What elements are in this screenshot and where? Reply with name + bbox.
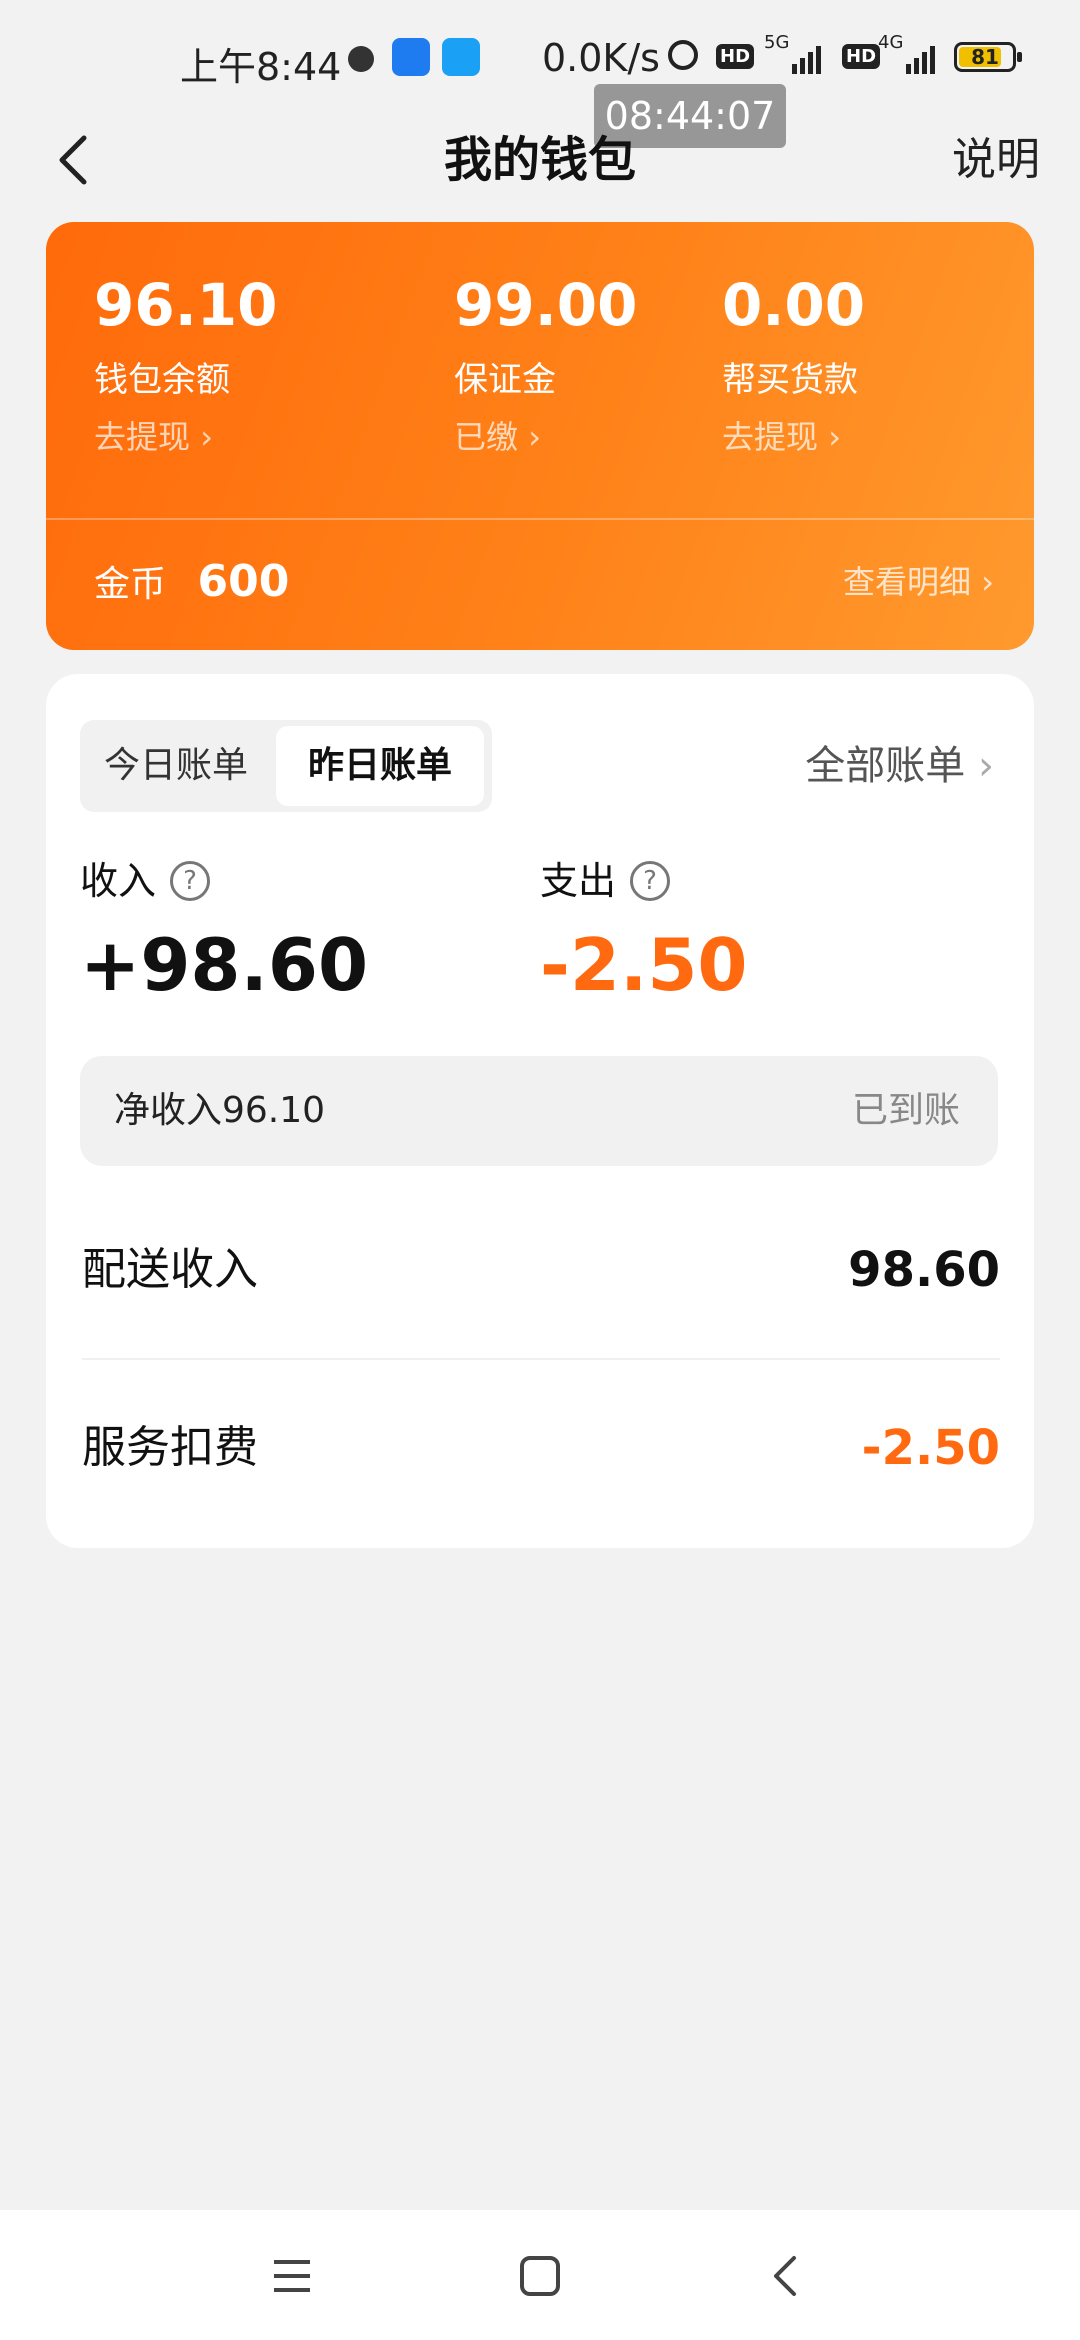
hd-badge-2: HD <box>842 44 881 69</box>
battery-level: 81 <box>971 45 999 69</box>
deposit-status-label: 已缴 <box>454 418 519 456</box>
help-icon[interactable]: ? <box>170 861 211 901</box>
all-bills-label: 全部账单 <box>805 743 966 789</box>
app-notification-icon <box>392 38 430 76</box>
chevron-right-icon: › <box>528 418 541 456</box>
withdraw-purchase-link[interactable]: 去提现 › <box>722 416 865 458</box>
help-icon[interactable]: ? <box>630 861 671 901</box>
deposit-label: 保证金 <box>454 360 556 400</box>
divider <box>82 1358 1000 1360</box>
expense-label: 支出 <box>540 859 617 903</box>
tab-today-bill[interactable]: 今日账单 <box>80 720 272 812</box>
signal-icon-2 <box>906 44 935 74</box>
back-nav-icon[interactable] <box>764 2254 808 2298</box>
line-item-name: 服务扣费 <box>82 1422 258 1473</box>
status-bar: 上午8:44 0.0K/s HD 5G HD 4G 81 <box>0 0 1080 118</box>
coin-label: 金币 <box>94 564 167 605</box>
line-item-name: 配送收入 <box>82 1244 258 1295</box>
all-bills-link[interactable]: 全部账单 › <box>805 734 994 798</box>
wallet-summary-card: 96.10 钱包余额 去提现 › 99.00 保证金 已缴 › 0.00 帮买货… <box>46 222 1034 650</box>
chevron-right-icon: › <box>978 743 994 789</box>
card-divider <box>46 518 1034 520</box>
page-title: 我的钱包 <box>443 132 636 188</box>
list-item-delivery-income: 配送收入 98.60 <box>82 1230 1000 1310</box>
purchase-payment: 0.00 帮买货款 去提现 › <box>722 270 865 458</box>
chevron-right-icon: › <box>981 563 994 601</box>
deposit-amount: 99.00 <box>454 271 638 339</box>
system-nav-bar <box>0 2210 1080 2340</box>
chevron-right-icon: › <box>200 418 213 456</box>
home-icon[interactable] <box>518 2254 562 2298</box>
wallet-balance: 96.10 钱包余额 去提现 › <box>94 270 277 458</box>
expense-value: -2.50 <box>540 923 748 1007</box>
income-stat: 收入 ? +98.60 <box>80 856 368 1010</box>
network-type-1: 5G <box>764 32 790 53</box>
net-income-row: 净收入96.10 已到账 <box>80 1056 998 1166</box>
withdraw-balance-link[interactable]: 去提现 › <box>94 416 277 458</box>
explain-link[interactable]: 说明 <box>952 120 1040 200</box>
purchase-payment-label: 帮买货款 <box>722 360 858 400</box>
notification-dot-icon <box>348 46 374 72</box>
deposit-status-link[interactable]: 已缴 › <box>454 416 637 458</box>
battery-icon: 81 <box>954 42 1022 72</box>
coin-balance: 金币 600 <box>94 552 289 615</box>
status-time: 上午8:44 <box>180 45 342 89</box>
alarm-icon <box>668 40 698 70</box>
purchase-payment-amount: 0.00 <box>722 271 866 339</box>
message-notification-icon <box>442 38 480 76</box>
signal-icon-1 <box>792 44 821 74</box>
expense-stat: 支出 ? -2.50 <box>540 856 748 1010</box>
list-item-service-fee: 服务扣费 -2.50 <box>82 1408 1000 1488</box>
view-details-label: 查看明细 <box>843 563 972 601</box>
deposit: 99.00 保证金 已缴 › <box>454 270 637 458</box>
network-speed: 0.0K/s <box>542 36 660 80</box>
line-item-value: -2.50 <box>861 1420 1000 1476</box>
tab-yesterday-bill[interactable]: 昨日账单 <box>276 726 484 806</box>
menu-icon[interactable] <box>270 2254 314 2298</box>
line-item-value: 98.60 <box>848 1242 1000 1298</box>
wallet-balance-amount: 96.10 <box>94 271 278 339</box>
wallet-balance-label: 钱包余额 <box>94 360 230 400</box>
bill-tabs: 今日账单 昨日账单 <box>80 720 492 812</box>
withdraw-purchase-label: 去提现 <box>722 418 819 456</box>
net-income-status: 已到账 <box>851 1090 960 1131</box>
coin-value: 600 <box>197 556 290 607</box>
view-details-link[interactable]: 查看明细 › <box>843 552 994 612</box>
chevron-right-icon: › <box>828 418 841 456</box>
income-value: +98.60 <box>80 923 369 1007</box>
bill-summary-card: 今日账单 昨日账单 全部账单 › 收入 ? +98.60 支出 ? -2.50 … <box>46 674 1034 1548</box>
nav-bar: 我的钱包 说明 <box>0 110 1080 210</box>
network-type-2: 4G <box>878 32 904 53</box>
hd-badge-1: HD <box>716 44 755 69</box>
income-label: 收入 <box>80 859 157 903</box>
withdraw-balance-label: 去提现 <box>94 418 191 456</box>
net-income-label: 净收入96.10 <box>114 1090 326 1131</box>
